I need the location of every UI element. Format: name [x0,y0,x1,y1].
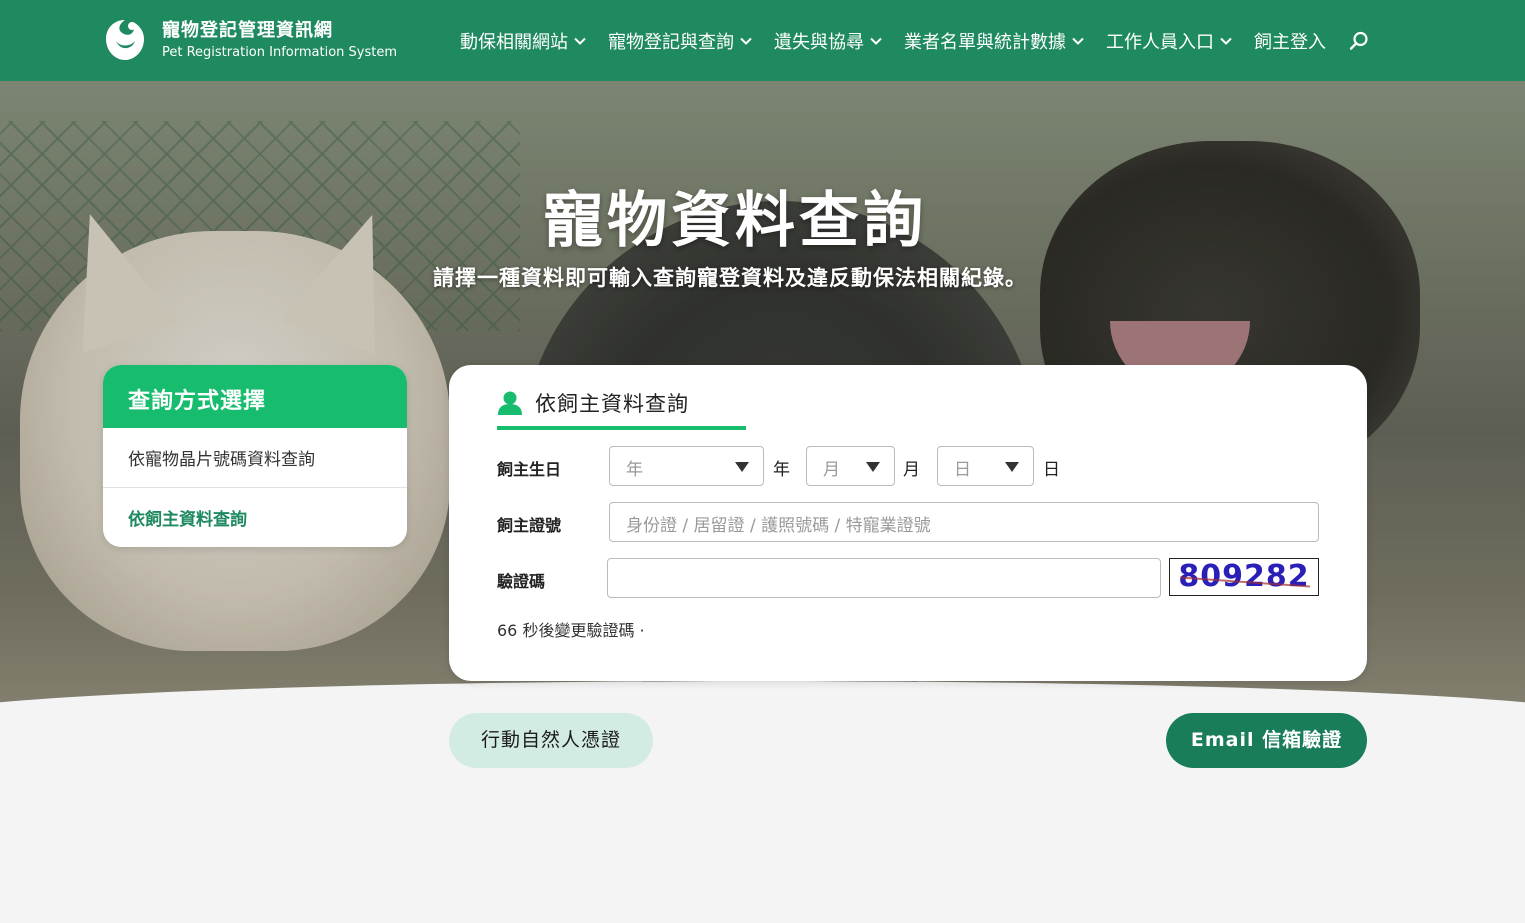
main-nav: 動保相關網站 寵物登記與查詢 遺失與協尋 業者名單與統計數據 工作人員入口 飼主… [460,0,1370,81]
captcha-input[interactable] [607,558,1161,598]
captcha-countdown: 66 秒後變更驗證碼 · [497,621,645,640]
citizen-certificate-button[interactable]: 行動自然人憑證 [449,713,653,768]
nav-item-owner-login[interactable]: 飼主登入 [1254,28,1326,54]
owner-id-input[interactable]: 身份證 / 居留證 / 護照號碼 / 特寵業證號 [609,502,1319,542]
nav-item-animal-sites[interactable]: 動保相關網站 [460,28,586,54]
birth-day-select[interactable]: 日 [937,446,1034,486]
query-method-card: 查詢方式選擇 依寵物晶片號碼資料查詢 依飼主資料查詢 [103,365,407,547]
captcha-image[interactable]: 809282 [1169,558,1319,596]
tab-owner-query[interactable]: 依飼主資料查詢 [497,390,746,430]
chevron-down-icon [1220,37,1232,45]
nav-item-label: 寵物登記與查詢 [608,31,734,53]
chevron-down-icon [574,37,586,45]
nav-item-registration[interactable]: 寵物登記與查詢 [608,28,752,54]
site-title: 寵物登記管理資訊網 [162,20,333,41]
day-unit-label: 日 [1043,460,1060,480]
logo-icon [106,20,144,60]
owner-query-form: 依飼主資料查詢 飼主生日 年 年 月 月 日 日 飼主證號 身份證 / 居留證 … [449,365,1367,681]
birth-year-select[interactable]: 年 [609,446,764,486]
query-by-owner-link[interactable]: 依飼主資料查詢 [103,488,407,547]
nav-item-staff[interactable]: 工作人員入口 [1106,28,1232,54]
nav-item-label: 遺失與協尋 [774,31,864,53]
month-unit-label: 月 [903,460,920,480]
chevron-down-icon [740,37,752,45]
query-method-heading: 查詢方式選擇 [103,365,407,428]
year-unit-label: 年 [773,460,790,480]
nav-item-label: 工作人員入口 [1106,31,1214,53]
captcha-label: 驗證碼 [497,572,546,591]
nav-item-label: 飼主登入 [1254,31,1326,53]
birth-month-value: 月 [823,460,840,480]
page-title: 寵物資料查詢 [543,186,927,256]
site-subtitle: Pet Registration Information System [162,45,397,60]
nav-item-label: 動保相關網站 [460,31,568,53]
dropdown-arrow-icon [1005,462,1019,472]
captcha-code: 809282 [1178,559,1310,594]
site-logo[interactable]: 寵物登記管理資訊網 Pet Registration Information S… [102,17,397,63]
chevron-down-icon [1072,37,1084,45]
search-icon[interactable] [1348,30,1370,52]
page-subtitle: 請擇一種資料即可輸入查詢寵登資料及違反動保法相關紀錄。 [433,266,1027,290]
birth-year-value: 年 [626,460,643,480]
nav-item-label: 業者名單與統計數據 [904,31,1066,53]
chevron-down-icon [870,37,882,45]
query-by-chip-link[interactable]: 依寵物晶片號碼資料查詢 [103,428,407,488]
birth-day-value: 日 [954,460,971,480]
birthday-label: 飼主生日 [497,460,562,479]
nav-item-vendors-stats[interactable]: 業者名單與統計數據 [904,28,1084,54]
site-header: 寵物登記管理資訊網 Pet Registration Information S… [0,0,1525,81]
dropdown-arrow-icon [735,462,749,472]
dropdown-arrow-icon [866,462,880,472]
owner-id-placeholder: 身份證 / 居留證 / 護照號碼 / 特寵業證號 [626,516,931,536]
user-icon [498,391,522,415]
nav-item-lost-found[interactable]: 遺失與協尋 [774,28,882,54]
email-verify-button[interactable]: Email 信箱驗證 [1166,713,1367,768]
owner-id-label: 飼主證號 [497,516,562,535]
tab-owner-query-label: 依飼主資料查詢 [535,392,689,416]
birth-month-select[interactable]: 月 [806,446,895,486]
